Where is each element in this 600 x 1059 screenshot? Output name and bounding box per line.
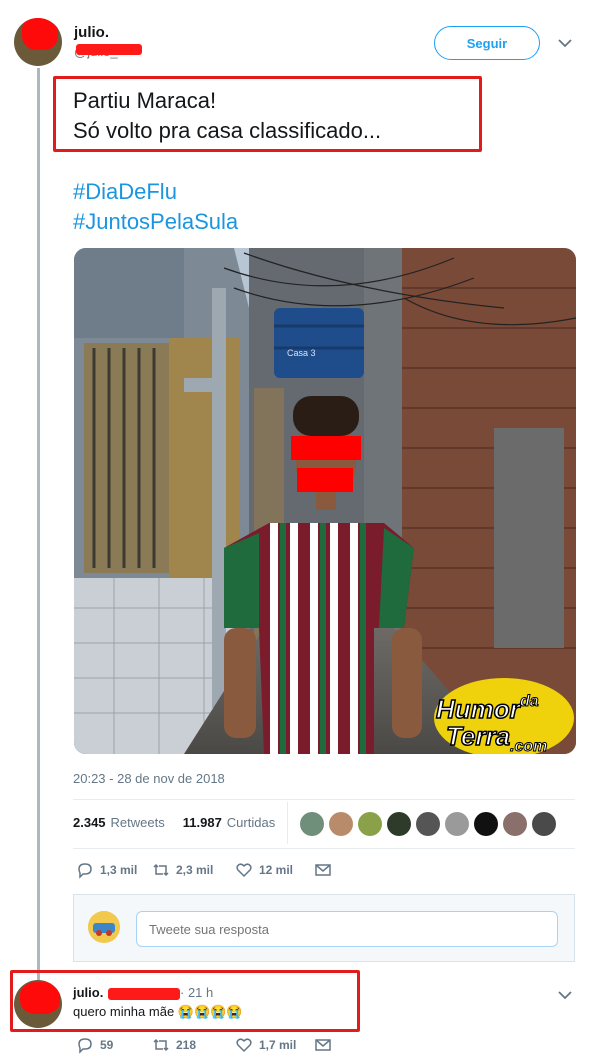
retweets-count[interactable]: 2.345 — [73, 815, 106, 830]
watermark-com: .com — [510, 738, 547, 754]
reply-input[interactable] — [136, 911, 558, 947]
redaction-mark — [76, 44, 142, 55]
reply-action[interactable]: 1,3 mil — [76, 861, 137, 879]
liker-avatar[interactable] — [503, 812, 527, 836]
water-tank-label: Casa 3 — [287, 348, 316, 358]
tweet-photo[interactable]: Casa 3 Humor da Terra .com — [74, 248, 576, 754]
watermark-da: da — [520, 693, 539, 710]
divider — [287, 802, 288, 844]
retweet-icon — [153, 863, 169, 877]
retweet-count: 2,3 mil — [176, 863, 214, 877]
avatar[interactable] — [14, 980, 62, 1028]
hashtag-link[interactable]: #JuntosPelaSula — [73, 209, 238, 235]
follow-button[interactable]: Seguir — [434, 26, 540, 60]
direct-message-action[interactable] — [314, 861, 332, 879]
redaction-mark — [20, 982, 60, 1014]
liker-avatar[interactable] — [445, 812, 469, 836]
liker-avatar[interactable] — [474, 812, 498, 836]
like-action[interactable]: 1,7 mil — [235, 1036, 296, 1054]
watermark-humor: Humor — [436, 694, 522, 724]
thread-line — [37, 68, 40, 980]
reply-count: 59 — [100, 1038, 114, 1052]
reply-icon — [78, 863, 92, 879]
liker-avatar[interactable] — [300, 812, 324, 836]
watermark-terra: Terra — [446, 721, 510, 751]
reply-text: quero minha mãe 😭😭😭😭 — [73, 1004, 243, 1019]
liker-avatar[interactable] — [329, 812, 353, 836]
engagement-stats: 2.345 Retweets 11.987 Curtidas — [73, 815, 275, 830]
tweet-text-line: Só volto pra casa classificado... — [73, 118, 382, 143]
liker-avatar[interactable] — [358, 812, 382, 836]
liker-avatar[interactable] — [387, 812, 411, 836]
redaction-mark — [22, 18, 58, 50]
retweets-label[interactable]: Retweets — [111, 815, 165, 830]
direct-message-action[interactable] — [314, 1036, 332, 1054]
mail-icon — [315, 1039, 331, 1051]
retweet-action[interactable]: 218 — [152, 1036, 196, 1054]
divider — [73, 848, 575, 849]
like-action[interactable]: 12 mil — [235, 861, 293, 879]
chevron-down-icon[interactable] — [558, 36, 572, 51]
current-user-avatar[interactable] — [88, 911, 120, 943]
liker-avatar[interactable] — [532, 812, 556, 836]
like-icon — [236, 1038, 252, 1053]
tweet-timestamp[interactable]: 20:23 - 28 de nov de 2018 — [73, 771, 225, 786]
like-count: 12 mil — [259, 863, 294, 877]
mail-icon — [315, 864, 331, 876]
like-count: 1,7 mil — [259, 1038, 297, 1052]
divider — [73, 799, 575, 800]
avatar[interactable] — [14, 18, 62, 66]
like-icon — [236, 863, 252, 878]
retweet-count: 218 — [176, 1038, 197, 1052]
hashtag-link[interactable]: #DiaDeFlu — [73, 179, 177, 205]
author-name[interactable]: julio. — [74, 24, 109, 41]
redaction-mark — [108, 988, 180, 1000]
reply-icon — [78, 1038, 92, 1054]
highlight-box — [10, 970, 360, 1032]
liker-avatar[interactable] — [416, 812, 440, 836]
reply-action[interactable]: 59 — [76, 1036, 113, 1054]
tweet-text-line: Partiu Maraca! — [73, 88, 217, 113]
retweet-icon — [153, 1038, 169, 1052]
reply-count: 1,3 mil — [100, 863, 138, 877]
retweet-action[interactable]: 2,3 mil — [152, 861, 213, 879]
chevron-down-icon[interactable] — [558, 988, 572, 1003]
likes-count[interactable]: 11.987 — [183, 815, 222, 830]
reply-time[interactable]: · 21 h — [180, 985, 213, 1000]
reply-author-name[interactable]: julio. — [73, 985, 103, 1000]
likes-label[interactable]: Curtidas — [227, 815, 275, 830]
